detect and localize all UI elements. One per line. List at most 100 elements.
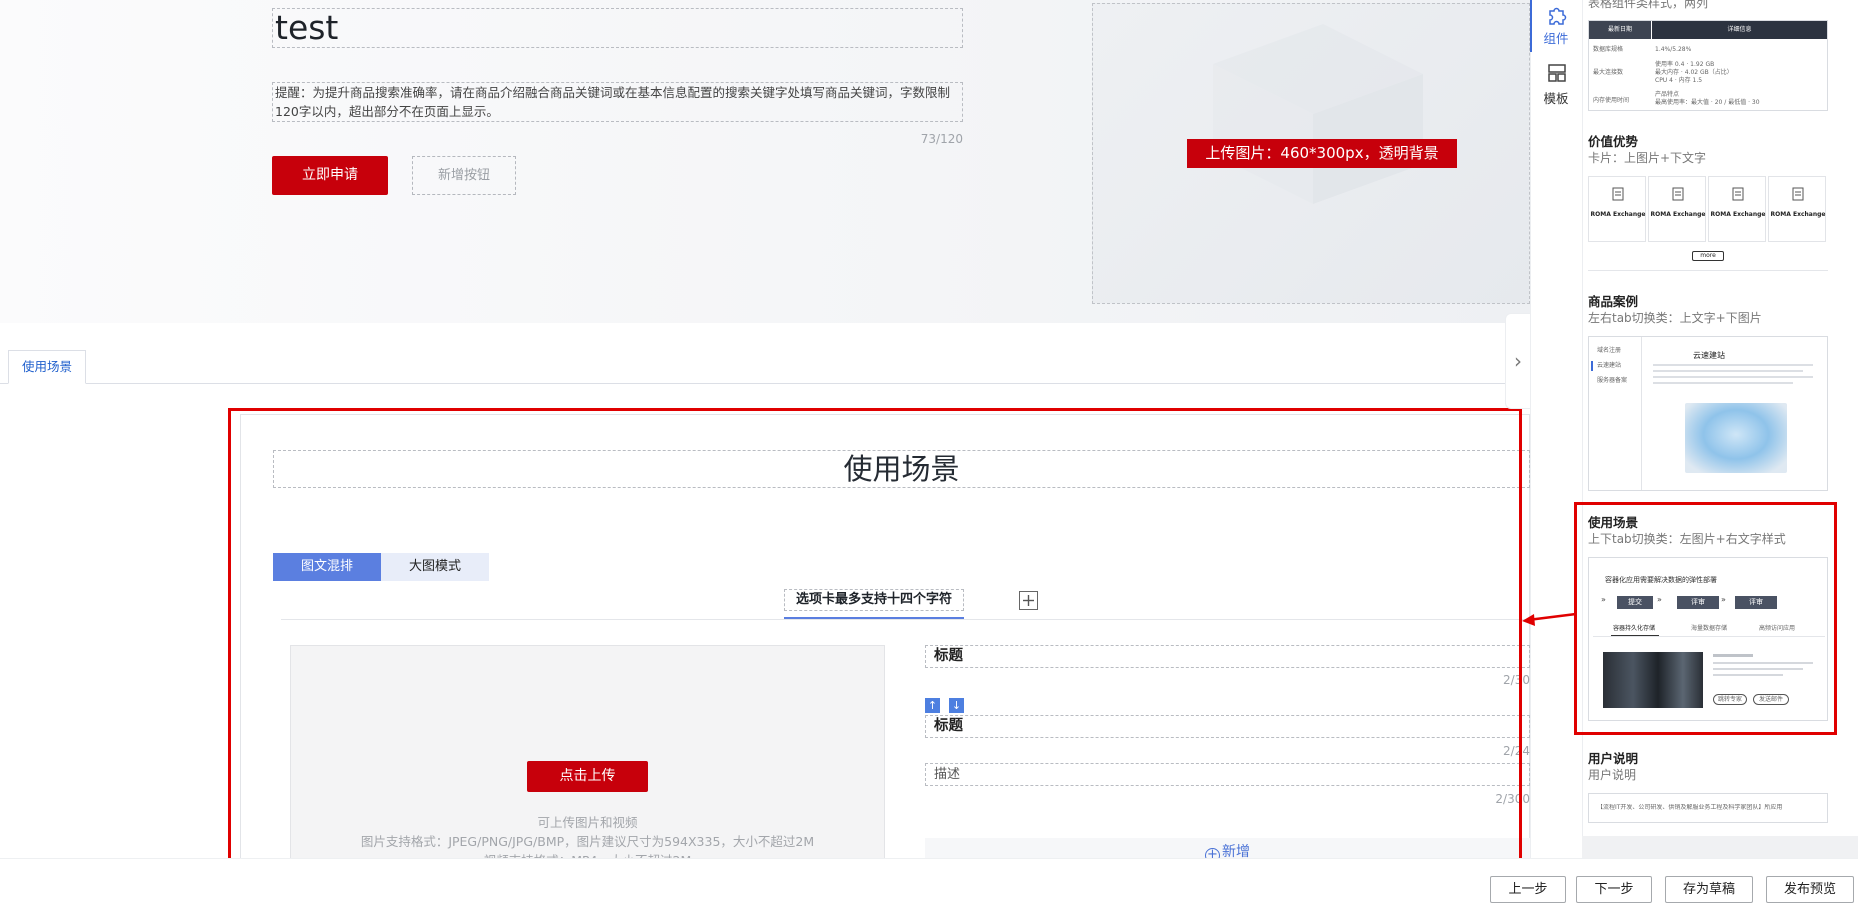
thumb-text-line [1653,370,1803,372]
sidebar-nav-label: 组件 [1543,31,1569,46]
thumb-text-line [1713,668,1803,670]
value-card: ROMA Exchange [1708,176,1766,242]
product-case-subtitle: 左右tab切换类：上文字+下图片 [1588,311,1762,325]
document-icon [1732,187,1744,201]
thumb-step: 评审 [1677,596,1719,609]
thumb-table-header: 详细信息 [1652,21,1827,39]
segment-large-image[interactable]: 大图模式 [381,553,489,581]
thumb-heading: 云速建站 [1693,351,1725,360]
subtitle-field[interactable]: 标题 [925,715,1530,738]
description-counter: 73/120 [920,132,963,146]
collapse-panel-button[interactable]: › [1505,313,1530,409]
value-card-title: ROMA Exchange [1770,211,1826,218]
next-step-button[interactable]: 下一步 [1576,876,1652,903]
document-icon [1672,187,1684,201]
description-field[interactable]: 描述 [925,763,1530,786]
thumb-text-line [1713,662,1813,664]
add-button[interactable]: 新增按钮 [412,156,516,195]
save-draft-button[interactable]: 存为草稿 [1665,876,1753,903]
cloud-hands-image [1685,403,1787,473]
thumb-table-cell: 数据库规格 [1593,46,1624,53]
hero-description[interactable]: 提醒：为提升商品搜索准确率，请在商品介绍融合商品关键词或在基本信息配置的搜索关键… [272,82,963,122]
title-field[interactable]: 标题 [925,645,1530,668]
usage-scenario-subtitle: 上下tab切换类：左图片+右文字样式 [1588,532,1786,546]
upload-hint: 可上传图片和视频 [537,815,638,830]
thumb-tab: 容器持久化存储 [1613,625,1656,632]
thumb-table-cell: 1.4%/5.28% [1655,46,1692,53]
publish-preview-button[interactable]: 发布预览 [1766,876,1854,903]
value-card: ROMA Exchange [1648,176,1706,242]
thumb-tab-indicator [1591,361,1593,371]
upload-format-hint: 图片支持格式：JPEG/PNG/JPG/BMP，图片建议尺寸为594X335，大… [360,834,815,849]
tab-divider [281,619,1530,620]
value-advantage-subtitle: 卡片：上图片+下文字 [1588,151,1707,165]
panel-scrollbar[interactable] [1582,836,1858,858]
thumb-heading: 容器化应用需要解决数据的弹性部署 [1605,576,1717,584]
table-component-thumbnail[interactable]: 最新日期 详细信息 数据库规格 1.4%/5.28% 最大连接数 使用率 0.4… [1588,20,1828,111]
thumb-step: 评审 [1735,596,1777,609]
sidebar-nav [1530,0,1582,858]
apply-button[interactable]: 立即申请 [272,156,388,195]
tab-usage-scenario[interactable]: 使用场景 [8,350,86,384]
product-case-thumbnail[interactable]: 域名注册 云速建站 服务器备案 云速建站 [1588,336,1828,491]
pointer-arrow-icon [1522,612,1577,626]
sidebar-nav-label: 模板 [1543,91,1569,106]
upload-image-badge[interactable]: 上传图片：460*300px，透明背景 [1187,139,1457,168]
usage-scenario-thumbnail[interactable]: 容器化应用需要解决数据的弹性部署 » 提交 » 评审 » 评审 容器持久化存储 … [1588,557,1828,721]
user-guide-thumbnail[interactable]: 【流程IT开发、公司研发、供销及解服业务工程及科学家团队】所应用 [1588,793,1828,823]
user-guide-title: 用户说明 [1588,751,1639,766]
thumb-step: 提交 [1617,596,1653,609]
arrow-down-icon[interactable]: ↓ [949,698,964,713]
hero-title[interactable]: test [272,8,963,48]
thumb-pill: 发送邮件 [1753,694,1789,705]
thumb-divider [1641,337,1642,490]
document-icon [1792,187,1804,201]
value-card-title: ROMA Exchange [1710,211,1766,218]
table-component-subtitle: 表格组件类样式，两列 [1588,0,1709,10]
thumb-tab: 高频访问应用 [1759,625,1796,632]
segment-mixed-layout[interactable]: 图文混排 [273,553,381,581]
subtitle-counter: 2/24 [1503,744,1530,758]
thumb-text-line [1653,382,1793,384]
value-card-title: ROMA Exchange [1650,211,1706,218]
usage-scenario-title: 使用场景 [1588,515,1639,530]
thumb-divider [1593,636,1825,637]
more-button: more [1692,251,1724,261]
double-chevron-icon: » [1601,595,1606,604]
thumb-tab: 云速建站 [1597,362,1622,369]
thumb-text-line [1713,674,1783,676]
puzzle-icon [1549,7,1567,25]
thumb-tab: 服务器备案 [1597,377,1628,384]
double-chevron-icon: » [1657,595,1662,604]
thumb-table-cell: 产品特点 最高使用率：最大值 · 20 / 最低值 · 30 [1655,91,1760,106]
document-icon [1612,187,1624,201]
chevron-right-icon: › [1514,349,1522,373]
template-icon [1548,64,1566,82]
sidebar-item-templates[interactable]: 模板 [1530,60,1582,106]
value-card-title: ROMA Exchange [1590,211,1646,218]
prev-step-button[interactable]: 上一步 [1490,876,1566,903]
panel-divider [1588,270,1828,271]
thumb-tab: 海量数据存储 [1691,625,1728,632]
thumb-table-cell: 内存使用时间 [1593,97,1630,104]
thumb-text-line [1653,364,1813,366]
arrow-up-icon[interactable]: ↑ [925,698,940,713]
thumb-table-cell: 最大连接数 [1593,69,1624,76]
add-tab-icon[interactable] [1019,591,1038,610]
section-title[interactable]: 使用场景 [273,450,1530,488]
thumb-text-line [1713,654,1753,657]
server-rack-image [1603,652,1703,708]
title-counter: 2/30 [1503,673,1530,687]
thumb-table-header: 最新日期 [1589,21,1651,39]
tab-bar-divider [0,383,1530,384]
value-advantage-title: 价值优势 [1588,134,1639,149]
value-card: ROMA Exchange [1768,176,1826,242]
tab-title-input[interactable]: 选项卡最多支持十四个字符 [784,589,964,611]
value-advantage-thumbnail[interactable]: ROMA Exchange ROMA Exchange ROMA Exchang… [1588,176,1828,268]
double-chevron-icon: » [1721,595,1726,604]
click-upload-button[interactable]: 点击上传 [527,761,648,792]
thumb-table-cell: 使用率 0.4 · 1.92 GB 最大内存 · 4.02 GB（占比） CPU… [1655,61,1733,84]
plus-icon [1023,595,1034,606]
thumb-tab: 域名注册 [1597,347,1622,354]
sidebar-item-components[interactable]: 组件 [1530,2,1582,46]
